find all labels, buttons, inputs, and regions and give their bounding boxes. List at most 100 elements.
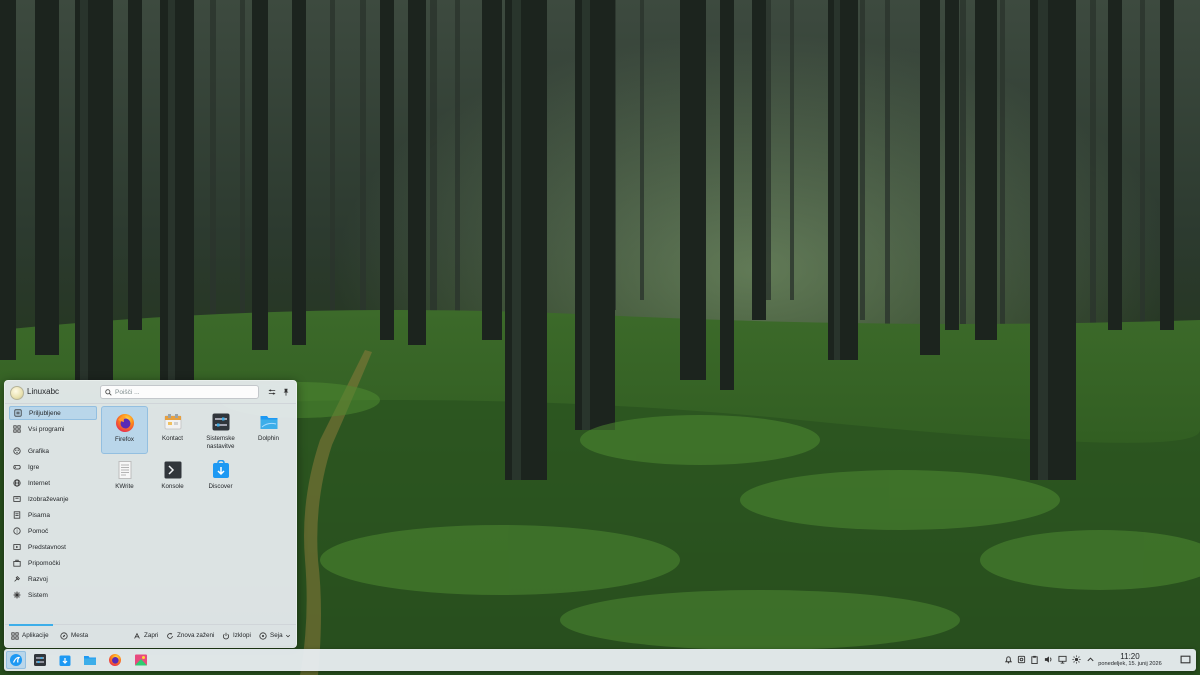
launcher-footer: Aplikacije Mesta Zapri Znova zaženi Izkl… (5, 624, 296, 647)
discover-icon (211, 460, 231, 480)
taskbar-discover[interactable] (55, 651, 75, 669)
sliders-icon (268, 389, 276, 395)
session-icon (259, 631, 267, 640)
sidebar-item-system[interactable]: Sistem (9, 588, 97, 602)
multimedia-icon (12, 543, 21, 552)
application-launcher: Linuxabc Priljubljene Vsi programi Grafi… (4, 380, 297, 648)
firefox-icon (109, 654, 121, 666)
tray-expand[interactable] (1085, 654, 1096, 665)
power-icon (222, 632, 230, 639)
help-icon: i (12, 527, 21, 536)
header-divider (5, 403, 296, 404)
sidebar-item-office[interactable]: Pisarna (9, 508, 97, 522)
sidebar-item-help[interactable]: i Pomoč (9, 524, 97, 538)
gamepad-icon (12, 463, 21, 472)
app-tile-discover[interactable]: Discover (197, 454, 244, 502)
compass-icon (60, 631, 68, 640)
session-menu-button[interactable]: Seja (259, 629, 294, 642)
app-tile-konsole[interactable]: Konsole (149, 454, 196, 502)
show-desktop-icon[interactable] (1180, 654, 1191, 665)
tray-updates[interactable] (1003, 654, 1014, 665)
sidebar-item-label: Pripomočki (28, 559, 61, 567)
sidebar-item-multimedia[interactable]: Predstavnost (9, 540, 97, 554)
sidebar-item-label: Priljubljene (29, 409, 61, 417)
graphics-icon (12, 447, 21, 456)
digital-clock[interactable]: 11:20 ponedeljek, 15. junij 2026 (1098, 652, 1162, 668)
sidebar-item-all-apps[interactable]: Vsi programi (9, 422, 97, 436)
app-launcher-button[interactable] (6, 651, 26, 669)
konsole-icon (163, 460, 183, 480)
system-icon (12, 591, 21, 600)
app-tile-kwrite[interactable]: KWrite (101, 454, 148, 502)
search-input[interactable] (112, 386, 255, 398)
app-tile-system-settings[interactable]: Sistemske nastavitve (197, 406, 244, 454)
sidebar-item-label: Internet (28, 479, 51, 487)
restart-icon (167, 632, 173, 639)
sidebar-item-education[interactable]: Izobraževanje (9, 492, 97, 506)
tab-applications[interactable]: Aplikacije (9, 624, 53, 642)
dolphin-icon (84, 656, 96, 665)
clipboard-icon (1031, 655, 1038, 664)
tray-display[interactable] (1057, 654, 1068, 665)
tray-clipboard[interactable] (1029, 654, 1040, 665)
settings-icon (211, 412, 231, 432)
sidebar-item-label: Sistem (28, 591, 48, 599)
session-label: Seja (270, 632, 283, 639)
sidebar-item-label: Pomoč (28, 527, 49, 535)
tray-vault[interactable] (1016, 654, 1027, 665)
shutdown-button[interactable]: Izklopi (222, 629, 251, 642)
app-label: Kontact (162, 435, 183, 442)
shutdown-label: Izklopi (233, 632, 251, 639)
sidebar-item-label: Igre (28, 463, 40, 471)
sidebar-item-development[interactable]: Razvoj (9, 572, 97, 586)
brightness-icon (1072, 655, 1081, 664)
taskbar-panel: 11:20 ponedeljek, 15. junij 2026 (4, 649, 1196, 671)
app-tile-kontact[interactable]: Kontact (149, 406, 196, 454)
sidebar-item-games[interactable]: Igre (9, 460, 97, 474)
sidebar-item-label: Grafika (28, 447, 49, 455)
sidebar-item-utilities[interactable]: Pripomočki (9, 556, 97, 570)
tab-label: Aplikacije (22, 632, 49, 639)
restart-button[interactable]: Znova zaženi (166, 629, 214, 642)
app-label: Discover (208, 483, 233, 490)
dolphin-folder-icon (259, 412, 279, 432)
sidebar-item-graphics[interactable]: Grafika (9, 444, 97, 458)
monitor-icon (1058, 655, 1067, 664)
app-tile-firefox[interactable]: Firefox (101, 406, 148, 454)
configure-button[interactable] (266, 386, 278, 398)
star-icon (13, 409, 22, 418)
sidebar-item-internet[interactable]: Internet (9, 476, 97, 490)
taskbar-dolphin[interactable] (80, 651, 100, 669)
tab-places[interactable]: Mesta (60, 629, 88, 642)
sidebar-item-label: Izobraževanje (28, 495, 69, 503)
search-field[interactable] (100, 385, 259, 399)
app-label: Sistemske nastavitve (206, 435, 235, 450)
user-avatar[interactable] (10, 386, 24, 400)
lock-label: Zapri (144, 632, 159, 639)
sidebar-item-favorites[interactable]: Priljubljene (9, 406, 97, 420)
clock-date: ponedeljek, 15. junij 2026 (1098, 661, 1162, 667)
taskbar-firefox[interactable] (105, 651, 125, 669)
app-tile-dolphin[interactable]: Dolphin (245, 406, 292, 454)
utilities-icon (12, 559, 21, 568)
discover-icon (59, 655, 71, 666)
globe-icon (12, 479, 21, 488)
firefox-icon (115, 413, 135, 433)
tray-volume[interactable] (1043, 654, 1054, 665)
pin-icon (283, 388, 289, 396)
sidebar-item-label: Vsi programi (28, 425, 65, 433)
app-label: Konsole (161, 483, 184, 490)
system-settings-icon (34, 654, 46, 666)
lock-button[interactable]: Zapri (133, 629, 158, 642)
tray-night-color[interactable] (1071, 654, 1082, 665)
taskbar-system-settings[interactable] (30, 651, 50, 669)
username: Linuxabc (27, 387, 60, 396)
chevron-down-icon (285, 634, 290, 637)
app-label: Dolphin (258, 435, 279, 442)
sidebar-item-label: Pisarna (28, 511, 51, 519)
development-icon (12, 575, 21, 584)
kwrite-icon (115, 460, 135, 480)
taskbar-spectacle[interactable] (131, 651, 151, 669)
sidebar-item-label: Predstavnost (28, 543, 66, 551)
pin-button[interactable] (280, 386, 292, 398)
